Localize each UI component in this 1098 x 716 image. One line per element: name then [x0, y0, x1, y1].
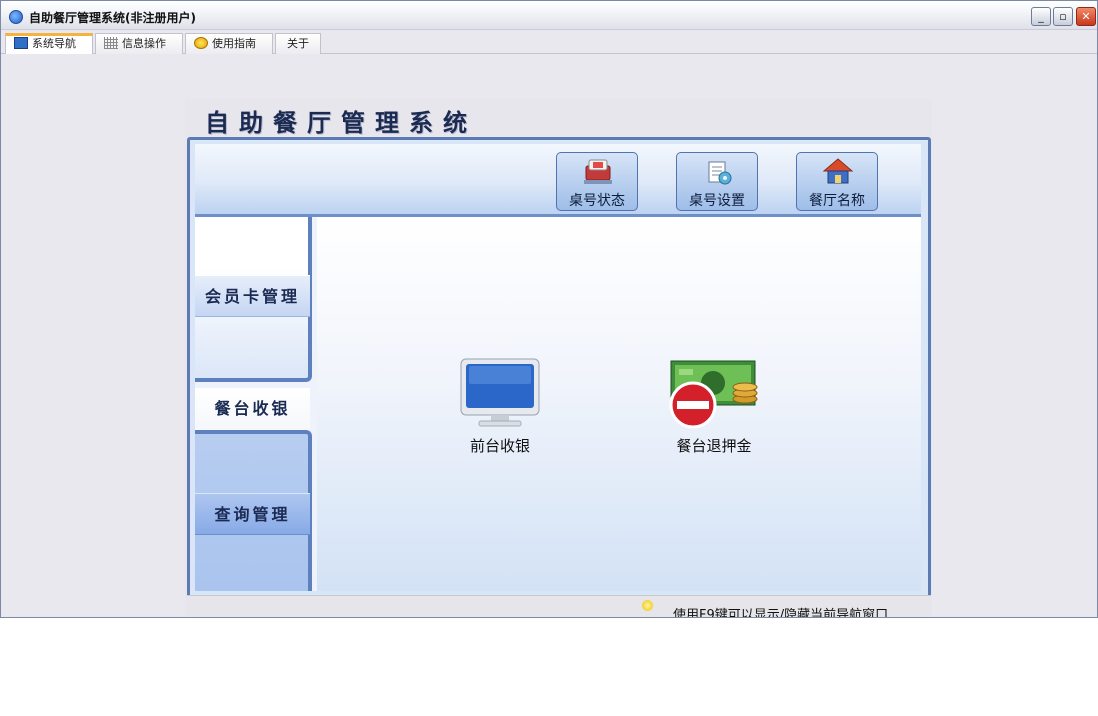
table-status-label: 桌号状态	[569, 193, 625, 209]
monitor-icon	[14, 37, 28, 49]
front-desk-checkout-button[interactable]: 前台收银	[445, 355, 555, 455]
table-deposit-refund-label: 餐台退押金	[676, 437, 752, 455]
sidebar-item-table-checkout[interactable]: 餐台收银	[195, 388, 310, 430]
app-logo-icon	[9, 10, 23, 24]
restaurant-name-icon	[822, 158, 854, 184]
tab-system-navigation[interactable]: 系统导航	[5, 33, 93, 54]
tab-info-operation[interactable]: 信息操作	[95, 33, 183, 54]
app-window: 自助餐厅管理系统(非注册用户) _ ▫ ✕ 系统导航 信息操作 使用指南 关于 …	[0, 0, 1098, 618]
table-deposit-refund-button[interactable]: 餐台退押金	[659, 355, 769, 455]
tab-bar: 系统导航 信息操作 使用指南 关于	[1, 30, 1097, 54]
tab-label: 系统导航	[32, 37, 76, 50]
grid-icon	[104, 37, 118, 49]
monitor-icon	[460, 358, 540, 427]
money-refund-icon	[669, 360, 758, 429]
status-hint: 使用F9键可以显示/隐藏当前导航窗口	[673, 608, 889, 618]
sidebar: 会员卡管理 餐台收银 查询管理	[195, 217, 317, 591]
window-title: 自助餐厅管理系统(非注册用户)	[29, 11, 196, 25]
title-bar: 自助餐厅管理系统(非注册用户) _ ▫ ✕	[1, 1, 1097, 30]
status-bar: 使用F9键可以显示/隐藏当前导航窗口	[187, 595, 931, 618]
tab-user-guide[interactable]: 使用指南	[185, 33, 273, 54]
restaurant-name-label: 餐厅名称	[809, 193, 865, 209]
table-settings-icon	[708, 161, 732, 185]
navigation-panel: 自助餐厅管理系统 桌号状态 桌号设置 餐厅名称 会员卡管理 餐台收银 查询管理 …	[185, 99, 932, 618]
bulb-icon	[194, 37, 208, 49]
toolbar: 桌号状态 桌号设置 餐厅名称	[195, 144, 921, 217]
main-content: 前台收银 餐台退押金	[317, 217, 921, 591]
sidebar-item-query[interactable]: 查询管理	[195, 493, 310, 535]
close-button[interactable]: ✕	[1076, 7, 1096, 26]
table-settings-label: 桌号设置	[689, 193, 745, 209]
tab-label: 关于	[287, 37, 309, 50]
navigation-frame: 桌号状态 桌号设置 餐厅名称 会员卡管理 餐台收银 查询管理 前台收银 餐台退押…	[187, 137, 931, 617]
tab-label: 信息操作	[122, 37, 166, 50]
front-desk-checkout-label: 前台收银	[469, 437, 530, 455]
maximize-button[interactable]: ▫	[1053, 7, 1073, 26]
table-settings-button[interactable]: 桌号设置	[676, 152, 758, 211]
table-status-button[interactable]: 桌号状态	[556, 152, 638, 211]
tab-about[interactable]: 关于	[275, 33, 321, 54]
page-title: 自助餐厅管理系统	[205, 108, 477, 137]
minimize-button[interactable]: _	[1031, 7, 1051, 26]
sidebar-item-member-card[interactable]: 会员卡管理	[195, 275, 310, 317]
tab-label: 使用指南	[212, 37, 256, 50]
table-status-icon	[584, 159, 612, 184]
restaurant-name-button[interactable]: 餐厅名称	[796, 152, 878, 211]
bulb-icon	[642, 600, 653, 611]
